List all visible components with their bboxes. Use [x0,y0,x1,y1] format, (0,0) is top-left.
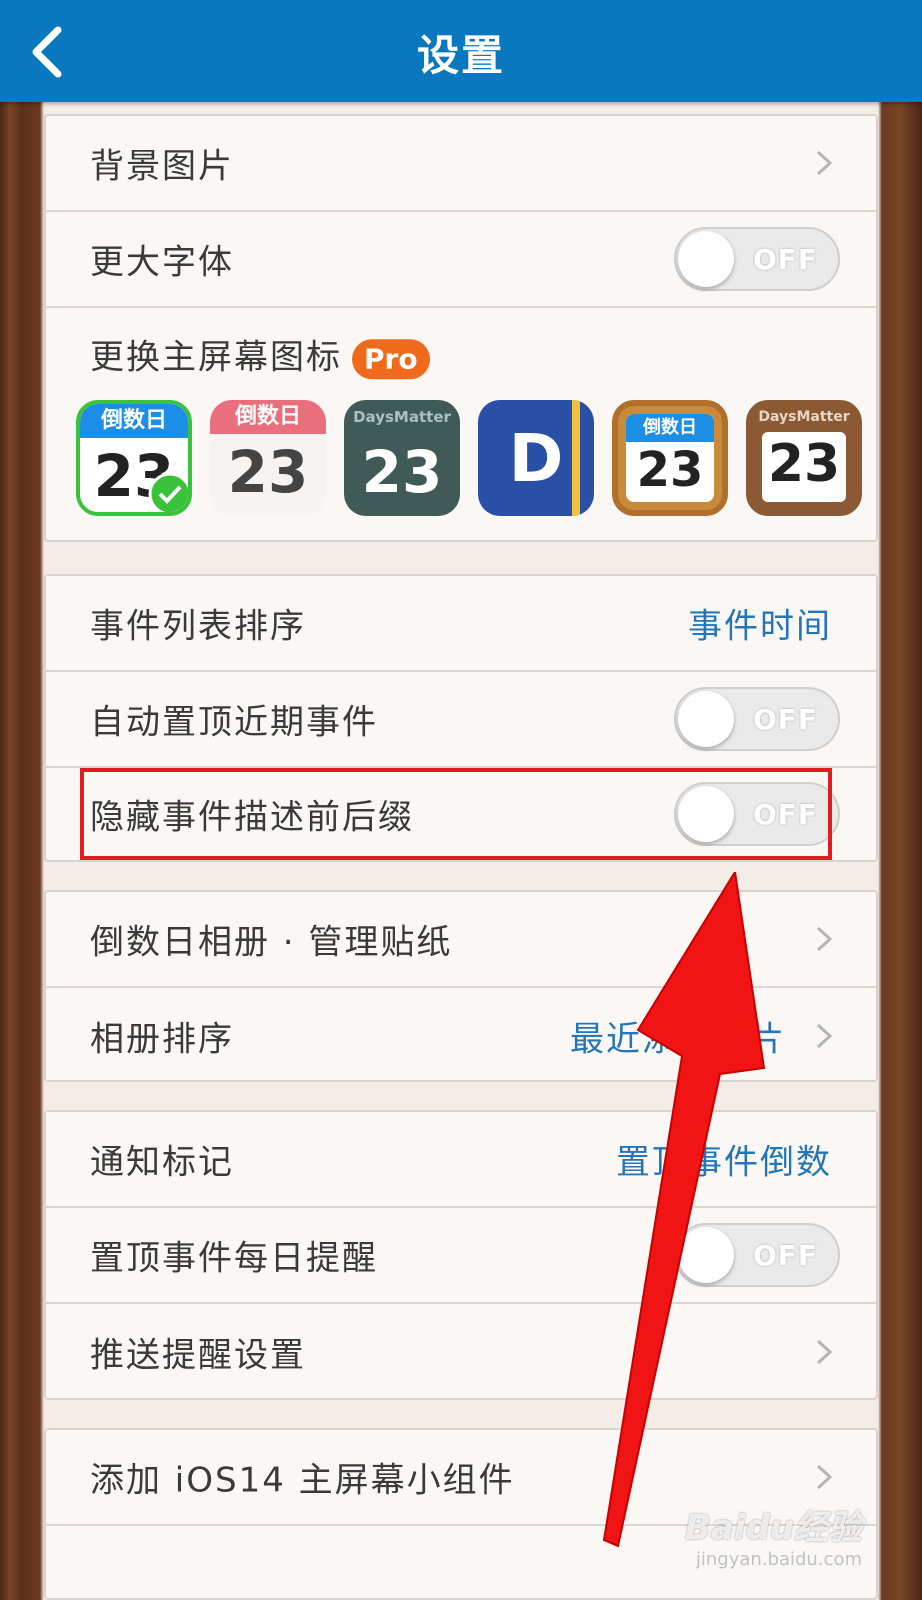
icon-header: 倒数日 [210,400,326,434]
app-icon-option-2[interactable]: 倒数日 23 [210,400,326,516]
toggle-knob [678,231,734,287]
pro-badge: Pro [352,338,430,379]
icon-header: DaysMatter [758,409,850,425]
checkmark-icon [148,472,188,512]
daily-reminder-label: 置顶事件每日提醒 [90,1238,378,1279]
highlight-box [80,768,832,860]
icon-header: 倒数日 [626,414,714,442]
app-icon-option-4[interactable]: D [478,400,594,516]
icon-number: 23 [767,434,841,494]
auto-pin-label: 自动置顶近期事件 [90,702,378,743]
icon-header: 倒数日 [80,404,188,438]
nav-bar: 设置 [0,0,922,102]
watermark-main: Baidu经验 [684,1508,862,1548]
event-sort-value: 事件时间 [688,606,832,647]
chevron-right-icon [816,1339,833,1365]
row-background-image[interactable]: 背景图片 [46,116,876,212]
event-sort-label: 事件列表排序 [90,606,306,647]
app-icon-option-3[interactable]: DaysMatter 23 [344,400,460,516]
icon-header: DaysMatter [353,408,451,426]
icon-number: 23 [636,442,704,498]
app-icon-option-1[interactable]: 倒数日 23 [76,400,192,516]
larger-font-label: 更大字体 [90,242,234,283]
icon-card: 23 [762,432,846,502]
app-icon-option-6[interactable]: DaysMatter 23 [746,400,862,516]
icon-number: 23 [361,438,443,506]
icon-letter: D [508,420,564,497]
row-larger-font: 更大字体 OFF [46,212,876,308]
album-sort-label: 相册排序 [90,1019,234,1060]
icon-inner: 倒数日 23 [626,414,714,502]
background-image-label: 背景图片 [90,146,234,187]
page-title: 设置 [416,31,505,80]
red-arrow-icon [602,872,766,1548]
chevron-right-icon [816,1023,833,1049]
larger-font-toggle[interactable]: OFF [674,227,840,291]
icon-number: 23 [227,438,309,506]
icon-picker: 倒数日 23 倒数日 23 DaysMatter 23 D 倒数日 23 Day… [76,400,876,520]
album-label: 倒数日相册 · 管理贴纸 [90,922,453,963]
row-change-icon: 更换主屏幕图标 Pro 倒数日 23 倒数日 23 DaysMatter 23 … [46,308,876,540]
chevron-right-icon [816,926,833,952]
toggle-state: OFF [752,703,818,736]
watermark: Baidu经验 jingyan.baidu.com [685,1500,862,1570]
push-settings-label: 推送提醒设置 [90,1335,306,1376]
notify-badge-label: 通知标记 [90,1142,234,1183]
app-icon-option-5[interactable]: 倒数日 23 [612,400,728,516]
settings-content[interactable]: 背景图片 更大字体 OFF 更换主屏幕图标 Pro 倒数日 23 倒数日 23 … [0,102,922,1600]
toggle-state: OFF [752,243,818,276]
change-icon-text: 更换主屏幕图标 [90,337,342,378]
row-event-sort[interactable]: 事件列表排序 事件时间 [46,576,876,672]
watermark-sub: jingyan.baidu.com [695,1549,862,1570]
row-auto-pin: 自动置顶近期事件 OFF [46,672,876,768]
auto-pin-toggle[interactable]: OFF [674,687,840,751]
toggle-knob [678,691,734,747]
appearance-group: 背景图片 更大字体 OFF 更换主屏幕图标 Pro 倒数日 23 倒数日 23 … [44,114,878,542]
chevron-right-icon [816,1464,833,1490]
widget-label: 添加 iOS14 主屏幕小组件 [90,1460,515,1501]
chevron-right-icon [816,150,833,176]
change-icon-label: 更换主屏幕图标 Pro [90,329,430,379]
